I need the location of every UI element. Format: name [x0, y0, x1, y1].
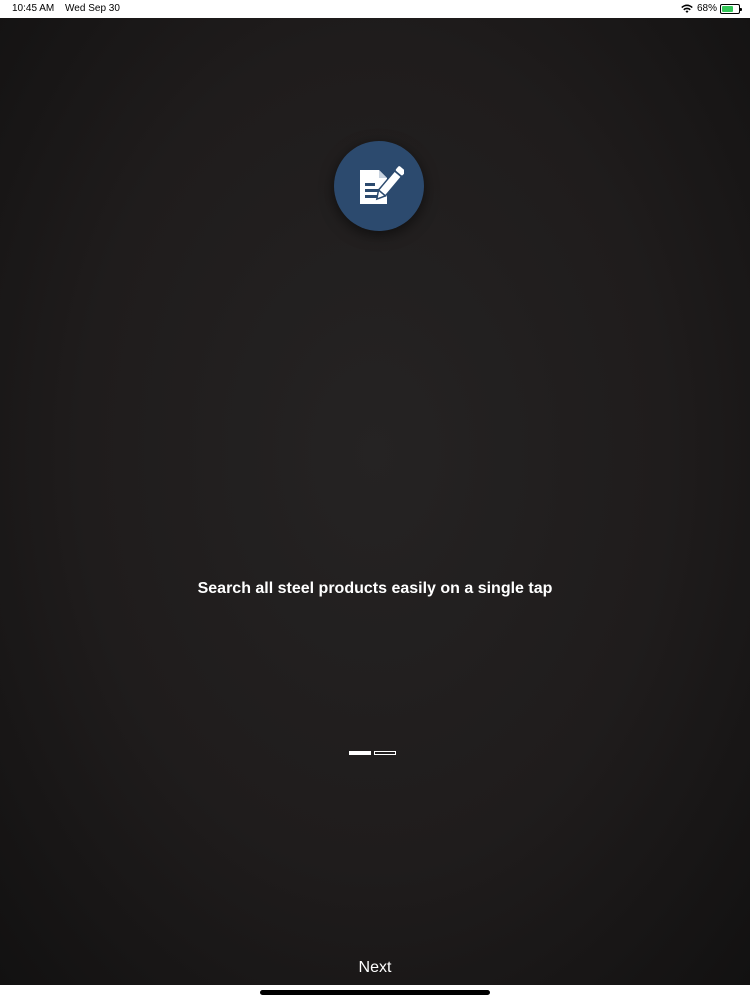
battery-charging-icon — [720, 4, 742, 14]
next-button[interactable]: Next — [330, 956, 420, 980]
status-bar: 10:45 AM Wed Sep 30 68% — [0, 0, 750, 18]
document-edit-icon — [334, 141, 424, 231]
status-date: Wed Sep 30 — [65, 3, 120, 14]
status-time: 10:45 AM — [12, 3, 55, 14]
status-left: 10:45 AM Wed Sep 30 — [12, 0, 120, 18]
wifi-icon — [681, 4, 693, 13]
onboarding-screen: Search all steel products easily on a si… — [0, 18, 750, 985]
document-edit-icon-graphic — [360, 166, 404, 204]
battery-percent: 68% — [696, 3, 717, 14]
page-indicator-dot-1[interactable] — [349, 751, 371, 755]
home-bar — [0, 985, 750, 1000]
battery-fill — [722, 6, 733, 12]
page-indicator-dot-2[interactable] — [374, 751, 396, 755]
status-right: 68% — [681, 0, 742, 18]
onboarding-tagline: Search all steel products easily on a si… — [197, 580, 553, 597]
page-indicator[interactable] — [349, 751, 399, 755]
home-indicator[interactable] — [260, 990, 490, 995]
